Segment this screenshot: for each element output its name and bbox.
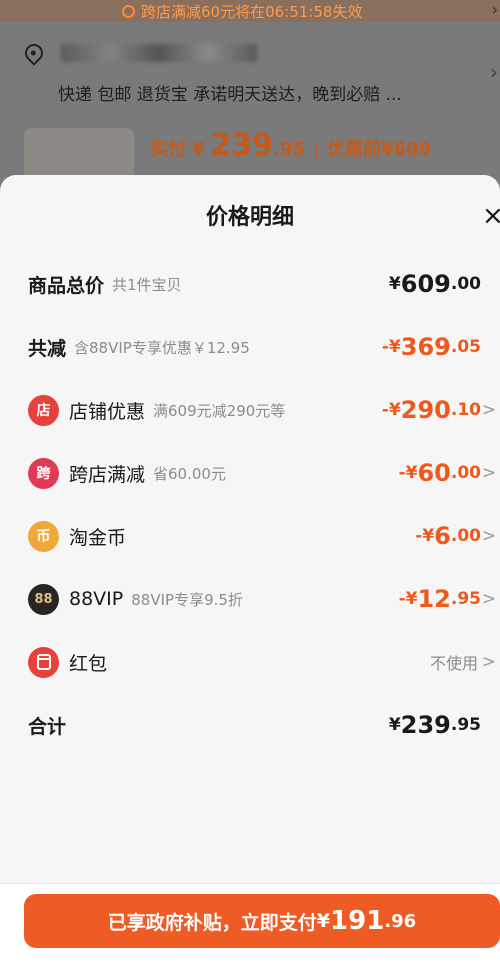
close-icon[interactable]: × [482,203,500,229]
red-packet-row[interactable]: 红包 不使用 > [0,642,500,682]
total-price-row: 商品总价 共1件宝贝 ¥609.00 [0,264,500,304]
cross-store-label: 跨店满减 [69,463,146,486]
sum-label: 合计 [28,715,67,738]
cross-store-icon: 跨 [28,457,59,489]
pay-amount-decimal: .96 [384,910,417,932]
cross-store-discount-row[interactable]: 跨 跨店满减 省60.00元 -¥ 60.00 > [0,453,500,493]
shop-icon: 店 [28,394,59,426]
vip-amount: -¥ 12.95 [398,585,481,613]
item-count: 共1件宝贝 [112,275,182,294]
pay-currency: ¥ [316,910,331,932]
vip-discount-note: 含88VIP专享优惠￥12.95 [74,338,250,357]
blurred-address [61,44,257,62]
taojinbi-label: 淘金币 [69,526,127,549]
price-separator: | [313,139,320,160]
countdown-text: 跨店满减60元将在06:51:58失效 [141,2,363,21]
pay-button[interactable]: 已享政府补贴，立即支付 ¥ 191 .96 [24,894,500,948]
red-packet-status: 不使用 [429,654,478,673]
background-order-page: 跨店满减60元将在06:51:58失效 › › 快递 包邮 退货宝 承诺明天送达… [0,0,500,200]
pay-amount-integer: 191 [330,906,385,936]
total-discount-amount: -¥ 369.05 [381,333,481,361]
countdown-banner: 跨店满减60元将在06:51:58失效 [0,0,500,22]
total-discount-label: 共减 [28,337,67,360]
price-detail-sheet: 价格明细 × 商品总价 共1件宝贝 ¥609.00 共减 含88VIP专享优惠￥… [0,175,500,969]
sheet-title: 价格明细 [205,205,294,230]
chevron-right-icon: > [481,589,496,609]
chevron-right-icon: › [490,60,498,84]
pay-bar: 已享政府补贴，立即支付 ¥ 191 .96 [0,883,500,969]
price-label: 实付 [150,139,186,160]
sum-amount: ¥239.95 [388,711,481,739]
shop-discount-label: 店铺优惠 [69,400,146,423]
vip-discount-row[interactable]: 88 88VIP 88VIP专享9.5折 -¥ 12.95 > [0,579,500,619]
shop-discount-row[interactable]: 店 店铺优惠 满609元减290元等 -¥ 290.10 > [0,390,500,430]
price-decimal: .95 [273,139,306,160]
coin-icon: 币 [28,520,59,552]
taojinbi-amount: -¥ 6.00 [415,522,481,550]
taojinbi-row[interactable]: 币 淘金币 -¥ 6.00 > [0,516,500,556]
delivery-info: 快递 包邮 退货宝 承诺明天送达，晚到必赔 ... [58,85,402,105]
chevron-right-icon: > [481,463,496,483]
shop-discount-amount: -¥ 290.10 [381,396,481,424]
shop-discount-note: 满609元减290元等 [153,401,286,420]
cross-store-amount: -¥ 60.00 [398,459,481,487]
clock-icon [122,4,135,18]
original-price: 优惠前¥609 [327,139,432,160]
price-currency: ¥ [192,139,205,160]
red-packet-label: 红包 [69,652,108,675]
red-packet-icon [28,646,59,678]
vip-note: 88VIP专享9.5折 [131,590,243,609]
chevron-right-icon: › [491,0,498,19]
total-price-label: 商品总价 [28,274,105,297]
chevron-right-icon: > [481,400,496,420]
vip-label: 88VIP [69,588,124,610]
location-pin-icon [21,40,47,66]
total-discount-row: 共减 含88VIP专享优惠￥12.95 -¥ 369.05 [0,327,500,367]
price-integer: 239 [210,128,274,163]
chevron-right-icon: > [481,652,496,672]
pay-button-text: 已享政府补贴，立即支付 [107,911,317,934]
chevron-right-icon: > [481,526,496,546]
sum-row: 合计 ¥239.95 [0,705,500,745]
address-row[interactable] [21,40,257,66]
background-price: 实付 ¥ 239 .95 | 优惠前¥609 [150,128,431,163]
cross-store-note: 省60.00元 [153,464,226,483]
total-price-amount: ¥609.00 [388,270,481,298]
vip-88-icon: 88 [28,583,59,615]
